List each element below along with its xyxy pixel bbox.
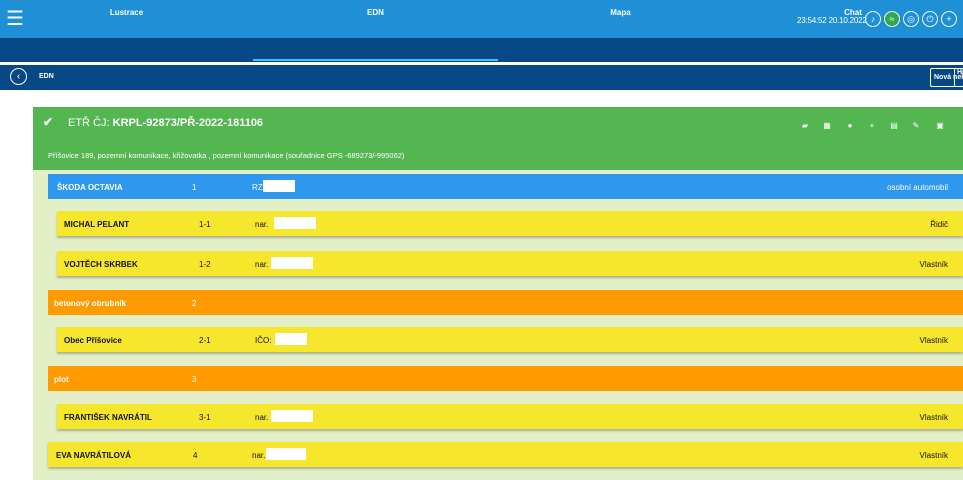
row-name: plot	[54, 375, 69, 384]
row-name: EVA NAVRÁTILOVÁ	[56, 451, 131, 460]
row-name: Obec Příšovice	[64, 336, 122, 345]
row-role: osobní automobil	[887, 183, 948, 192]
list-item[interactable]: Obec Příšovice 2-1 IČO: Vlastník	[57, 327, 963, 352]
history-button[interactable]: Hi	[954, 68, 963, 87]
row-role: Vlastník	[919, 451, 948, 460]
car-icon[interactable]: ▰	[800, 120, 810, 130]
row-role: Řidič	[930, 220, 948, 229]
active-tab-indicator	[253, 59, 498, 61]
list-item[interactable]: MICHAL PELANT 1-1 nar. Řidič	[57, 211, 963, 236]
list-item[interactable]: FRANTIŠEK NAVRÁTIL 3-1 nar. Vlastník	[57, 404, 963, 429]
row-number: 1-1	[199, 220, 211, 229]
plus-icon[interactable]: +	[867, 120, 877, 130]
redacted-field	[263, 180, 295, 192]
row-name: ŠKODA OCTAVIA	[57, 183, 123, 192]
person-icon[interactable]: ●	[845, 120, 855, 130]
row-label: IČO:	[255, 336, 272, 345]
row-label: nar.	[255, 220, 269, 229]
row-role: Vlastník	[919, 413, 948, 422]
back-icon[interactable]: ‹	[10, 68, 27, 85]
row-number: 3	[192, 375, 197, 384]
check-icon: ✔	[43, 115, 54, 129]
row-label: nar.	[255, 260, 269, 269]
tab-lustrace[interactable]: Lustrace	[0, 0, 253, 24]
row-number: 3-1	[199, 413, 211, 422]
edit-icon[interactable]: ✎	[911, 120, 921, 130]
list-item[interactable]: ŠKODA OCTAVIA 1 RZ: osobní automobil	[48, 174, 963, 199]
printer-icon[interactable]: ▤	[889, 120, 899, 130]
list-item[interactable]: EVA NAVRÁTILOVÁ 4 nar. Vlastník	[48, 442, 963, 467]
row-name: FRANTIŠEK NAVRÁTIL	[64, 413, 152, 422]
redacted-field	[274, 217, 316, 229]
row-role: Vlastník	[919, 336, 948, 345]
redacted-field	[271, 257, 313, 269]
row-role: Vlastník	[919, 260, 948, 269]
list-item[interactable]: VOJTĚCH SKRBEK 1-2 nar. Vlastník	[57, 251, 963, 276]
redacted-field	[275, 333, 307, 345]
row-number: 1-2	[199, 260, 211, 269]
list-item[interactable]: betonový obrubník 2	[48, 290, 963, 315]
row-number: 1	[192, 183, 197, 192]
row-label: nar.	[255, 413, 269, 422]
redacted-field	[271, 410, 313, 422]
tab-edn[interactable]: EDN	[253, 0, 498, 24]
redacted-field	[266, 448, 306, 460]
row-name: MICHAL PELANT	[64, 220, 130, 229]
tab-chat[interactable]: Chat	[743, 0, 963, 24]
row-name: betonový obrubník	[54, 299, 126, 308]
case-title: ETŘ ČJ: KRPL-92873/PŘ-2022-181106	[68, 117, 264, 129]
list-item[interactable]: plot 3	[48, 366, 963, 391]
window-icon[interactable]: ▣	[935, 120, 945, 130]
row-label: nar.	[252, 451, 266, 460]
row-number: 4	[193, 451, 198, 460]
row-number: 2-1	[199, 336, 211, 345]
row-number: 2	[192, 299, 197, 308]
sub-header	[0, 65, 963, 90]
row-name: VOJTĚCH SKRBEK	[64, 260, 138, 269]
building-icon[interactable]: ▦	[822, 120, 832, 130]
case-location: Příšovice 189, pozemní komunikace, křižo…	[48, 151, 405, 160]
page-title: EDN	[39, 73, 54, 80]
tab-mapa[interactable]: Mapa	[498, 0, 743, 24]
